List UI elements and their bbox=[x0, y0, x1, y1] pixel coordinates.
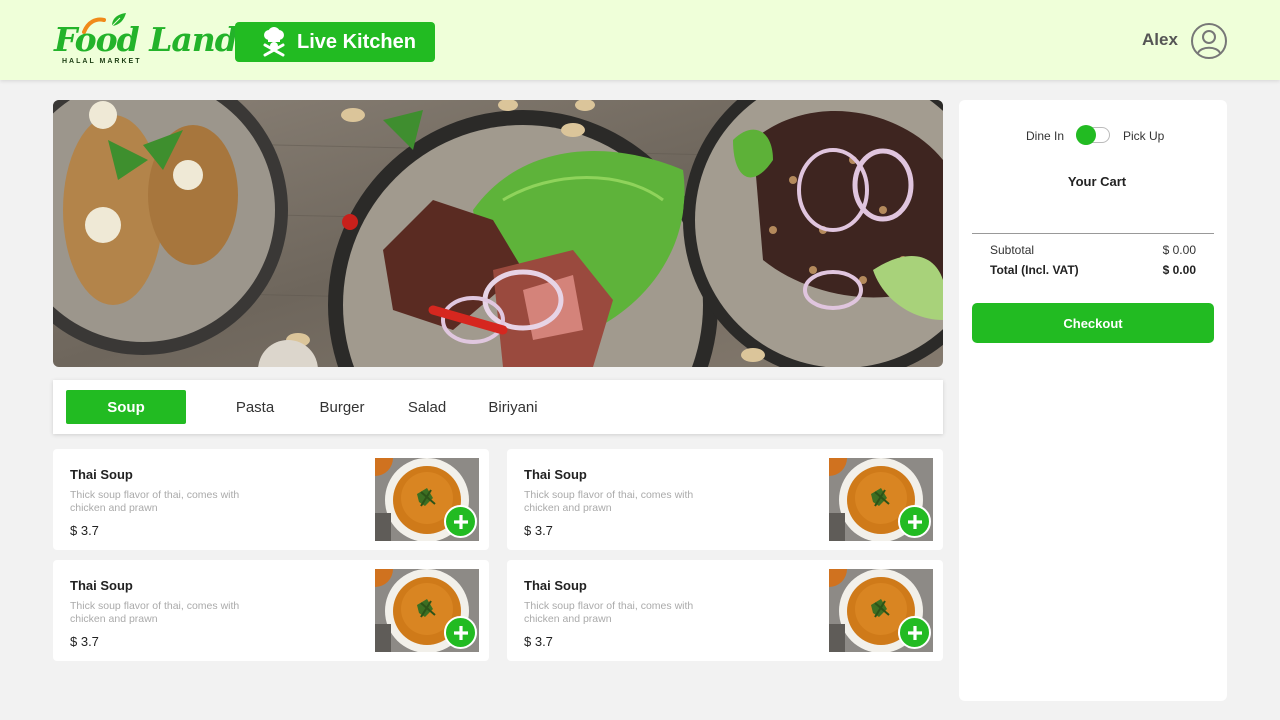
add-to-cart-button[interactable] bbox=[898, 616, 931, 649]
user-avatar-icon[interactable] bbox=[1190, 22, 1228, 60]
subtotal-value: $ 0.00 bbox=[1162, 243, 1196, 257]
plus-icon bbox=[907, 625, 922, 640]
product-name: Thai Soup bbox=[524, 467, 587, 482]
hero-food-image bbox=[53, 100, 943, 367]
category-tabs: Soup Pasta Burger Salad Biriyani bbox=[53, 380, 943, 434]
add-to-cart-button[interactable] bbox=[898, 505, 931, 538]
dine-in-label[interactable]: Dine In bbox=[1026, 129, 1064, 143]
product-name: Thai Soup bbox=[524, 578, 587, 593]
logo-text: Food Land bbox=[54, 20, 238, 59]
product-price: $ 3.7 bbox=[524, 634, 553, 649]
tab-soup[interactable]: Soup bbox=[66, 390, 186, 424]
total-label: Total (Incl. VAT) bbox=[990, 263, 1079, 277]
tab-pasta[interactable]: Pasta bbox=[223, 390, 287, 424]
food-land-logo[interactable]: Food Land HALAL MARKET bbox=[52, 12, 238, 70]
chef-hat-icon bbox=[263, 27, 285, 57]
product-description: Thick soup flavor of thai, comes with ch… bbox=[70, 600, 240, 625]
product-name: Thai Soup bbox=[70, 467, 133, 482]
total-row: Total (Incl. VAT) $ 0.00 bbox=[990, 263, 1196, 277]
order-type-toggle[interactable] bbox=[1076, 125, 1110, 145]
product-card[interactable]: Thai Soup Thick soup flavor of thai, com… bbox=[53, 449, 489, 550]
product-card[interactable]: Thai Soup Thick soup flavor of thai, com… bbox=[507, 449, 943, 550]
hero-banner bbox=[53, 100, 943, 367]
product-price: $ 3.7 bbox=[524, 523, 553, 538]
tab-salad[interactable]: Salad bbox=[395, 390, 459, 424]
order-type-toggle-row: Dine In Pick Up bbox=[959, 125, 1227, 146]
product-description: Thick soup flavor of thai, comes with ch… bbox=[70, 489, 240, 514]
live-kitchen-label: Live Kitchen bbox=[297, 30, 416, 53]
user-name[interactable]: Alex bbox=[1142, 30, 1178, 50]
logo-subtitle: HALAL MARKET bbox=[62, 58, 142, 65]
plus-icon bbox=[453, 625, 468, 640]
checkout-button[interactable]: Checkout bbox=[972, 303, 1214, 343]
product-price: $ 3.7 bbox=[70, 634, 99, 649]
total-value: $ 0.00 bbox=[1162, 263, 1196, 277]
product-price: $ 3.7 bbox=[70, 523, 99, 538]
product-description: Thick soup flavor of thai, comes with ch… bbox=[524, 489, 694, 514]
product-card[interactable]: Thai Soup Thick soup flavor of thai, com… bbox=[507, 560, 943, 661]
cart-divider bbox=[972, 233, 1214, 234]
subtotal-label: Subtotal bbox=[990, 243, 1035, 257]
cart-panel: Dine In Pick Up Your Cart Subtotal $ 0.0… bbox=[959, 100, 1227, 701]
live-kitchen-button[interactable]: Live Kitchen bbox=[235, 22, 435, 62]
product-name: Thai Soup bbox=[70, 578, 133, 593]
plus-icon bbox=[453, 514, 468, 529]
header: Food Land HALAL MARKET Live Kitchen Alex bbox=[0, 0, 1280, 80]
product-card[interactable]: Thai Soup Thick soup flavor of thai, com… bbox=[53, 560, 489, 661]
product-description: Thick soup flavor of thai, comes with ch… bbox=[524, 600, 694, 625]
toggle-knob bbox=[1076, 125, 1096, 145]
cart-title: Your Cart bbox=[1067, 174, 1127, 189]
plus-icon bbox=[907, 514, 922, 529]
subtotal-row: Subtotal $ 0.00 bbox=[990, 243, 1196, 257]
tab-burger[interactable]: Burger bbox=[310, 390, 374, 424]
add-to-cart-button[interactable] bbox=[444, 616, 477, 649]
add-to-cart-button[interactable] bbox=[444, 505, 477, 538]
pick-up-label[interactable]: Pick Up bbox=[1123, 129, 1164, 143]
tab-biriyani[interactable]: Biriyani bbox=[481, 390, 545, 424]
